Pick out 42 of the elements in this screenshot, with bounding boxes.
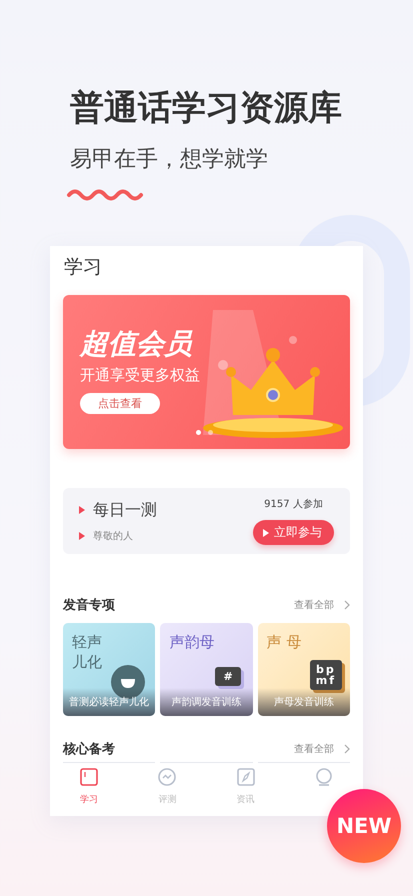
promo-banner[interactable]: 超值会员 开通享受更多权益 点击查看 [63,295,350,449]
compass-icon [236,767,256,787]
wave-icon [66,188,144,202]
course-card[interactable]: 声韵母 # 声韵调发音训练 [160,623,253,716]
view-all-link[interactable]: 查看全部 [294,598,350,612]
banner-subtitle: 开通享受更多权益 [80,366,200,385]
section-title: 核心备考 [63,740,115,758]
tab-item[interactable]: 评测 [157,767,178,806]
globe-icon [314,767,334,787]
daily-subtitle: 尊敬的人 [93,530,133,542]
join-button[interactable]: 立即参与 [253,520,334,545]
card-title: 轻声 儿化 [72,632,102,672]
participant-count: 9157 人参加 [264,498,323,511]
section-title: 发音专项 [63,596,115,614]
tab-item[interactable]: 学习 [79,767,100,806]
view-all-link[interactable]: 查看全部 [294,742,350,756]
card-caption: 声韵调发音训练 [160,688,253,716]
card-title: 声韵母 [169,632,214,652]
play-icon [79,506,85,514]
course-card[interactable]: 声 母 bp mf 声母发音训练 [258,623,350,716]
headline: 普通话学习资源库 [70,88,343,128]
subtitle: 易甲在手，想学就学 [70,146,269,174]
course-card[interactable]: 轻声 儿化 普测必读轻声儿化 [63,623,156,716]
book-icon [79,767,100,787]
banner-title: 超值会员 [80,326,192,362]
chart-icon [157,767,178,787]
carousel-dot[interactable] [208,430,213,435]
card-caption: 普测必读轻声儿化 [63,688,156,716]
page-title: 学习 [64,255,103,280]
play-icon [79,532,85,540]
symbol-badge: # [215,667,241,686]
new-badge: NEW [327,789,401,863]
chevron-icon [344,744,350,754]
card-title: 声 母 [266,632,302,652]
daily-title: 每日一测 [93,500,157,520]
tab-item[interactable]: 资讯 [236,767,256,806]
carousel-dot[interactable] [196,430,201,435]
card-caption: 声母发音训练 [258,688,350,716]
letters-board: bp mf [310,660,342,690]
view-button[interactable]: 点击查看 [80,393,160,414]
tab-item[interactable] [314,767,334,787]
chevron-icon [344,600,350,610]
